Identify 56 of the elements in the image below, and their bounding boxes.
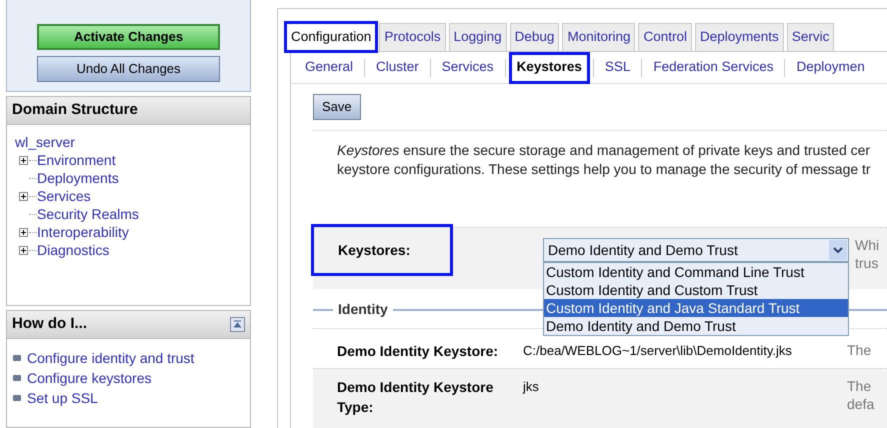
help-link[interactable]: Configure identity and trust	[27, 348, 194, 368]
tree-item[interactable]: Deployments	[37, 169, 119, 187]
field-label: Keystores:	[338, 240, 410, 260]
bullet-icon	[13, 375, 21, 381]
expand-icon[interactable]	[19, 246, 28, 254]
sub-tab[interactable]: Keystores	[510, 54, 588, 82]
help-link[interactable]: Configure keystores	[27, 368, 152, 388]
help-link[interactable]: Set up SSL	[27, 388, 98, 408]
tab[interactable]: Monitoring	[562, 23, 636, 51]
tree-item[interactable]: wl_server	[15, 133, 242, 151]
panel-title: Domain Structure	[12, 100, 138, 120]
sub-tab[interactable]: Services	[436, 54, 500, 82]
tab[interactable]: Servic	[786, 23, 834, 51]
expand-icon[interactable]	[19, 192, 28, 200]
dropdown-option[interactable]: Custom Identity and Java Standard Trust	[544, 299, 848, 317]
field-value: C:/bea/WEBLOG~1/server\lib\DemoIdentity.jks	[523, 342, 793, 360]
save-button[interactable]: Save	[313, 94, 361, 120]
field-label: Demo Identity Keystore Type:	[336, 378, 494, 417]
sub-tab[interactable]: Deploymen	[790, 54, 871, 82]
help-text: The	[847, 341, 872, 359]
tab[interactable]: Control	[638, 23, 692, 51]
help-text: The	[847, 377, 872, 395]
tree-item[interactable]: Diagnostics	[37, 241, 110, 259]
help-text: Whi	[855, 236, 880, 254]
tree-item[interactable]: Services	[37, 187, 91, 205]
dropdown-option[interactable]: Custom Identity and Command Line Trust	[544, 263, 848, 281]
description-text: keystore configurations. These settings help you to manage the security of message tr	[337, 160, 872, 179]
section-title: Identity	[337, 300, 389, 319]
description-text: Keystores ensure the secure storage and management of private keys and trusted cer	[337, 141, 872, 160]
dropdown-option[interactable]: Custom Identity and Custom Trust	[544, 281, 848, 299]
field-value: jks	[523, 378, 540, 396]
tab[interactable]: Configuration	[286, 23, 376, 51]
sub-tab[interactable]: Cluster	[370, 54, 425, 82]
sub-tab[interactable]: Federation Services	[647, 54, 780, 82]
field-label: Demo Identity Keystore:	[336, 342, 500, 361]
tree-item[interactable]: Environment	[37, 151, 116, 169]
tab[interactable]: Debug	[510, 23, 560, 51]
panel-title: How do I...	[12, 314, 87, 334]
sub-tab[interactable]: General	[299, 54, 360, 82]
tree-item[interactable]: Security Realms	[37, 205, 139, 223]
help-text: trus	[855, 254, 880, 272]
help-text: defa	[847, 395, 874, 413]
undo-button[interactable]: Undo All Changes	[37, 56, 220, 82]
tab[interactable]: Logging	[448, 23, 507, 51]
sub-tab[interactable]: SSL	[598, 54, 636, 82]
expand-icon[interactable]	[19, 156, 28, 164]
tab[interactable]: Deployments	[695, 23, 784, 51]
keystores-select[interactable]: Demo Identity and Demo Trust	[543, 238, 849, 262]
bullet-icon	[13, 395, 21, 401]
activate-button[interactable]: Activate Changes	[37, 24, 220, 50]
tree-item[interactable]: Interoperability	[37, 223, 129, 241]
dropdown-option[interactable]: Demo Identity and Demo Trust	[544, 317, 848, 335]
collapse-icon[interactable]	[230, 317, 245, 332]
expand-icon[interactable]	[19, 228, 28, 236]
bullet-icon	[13, 355, 21, 361]
tab[interactable]: Protocols	[379, 23, 446, 51]
